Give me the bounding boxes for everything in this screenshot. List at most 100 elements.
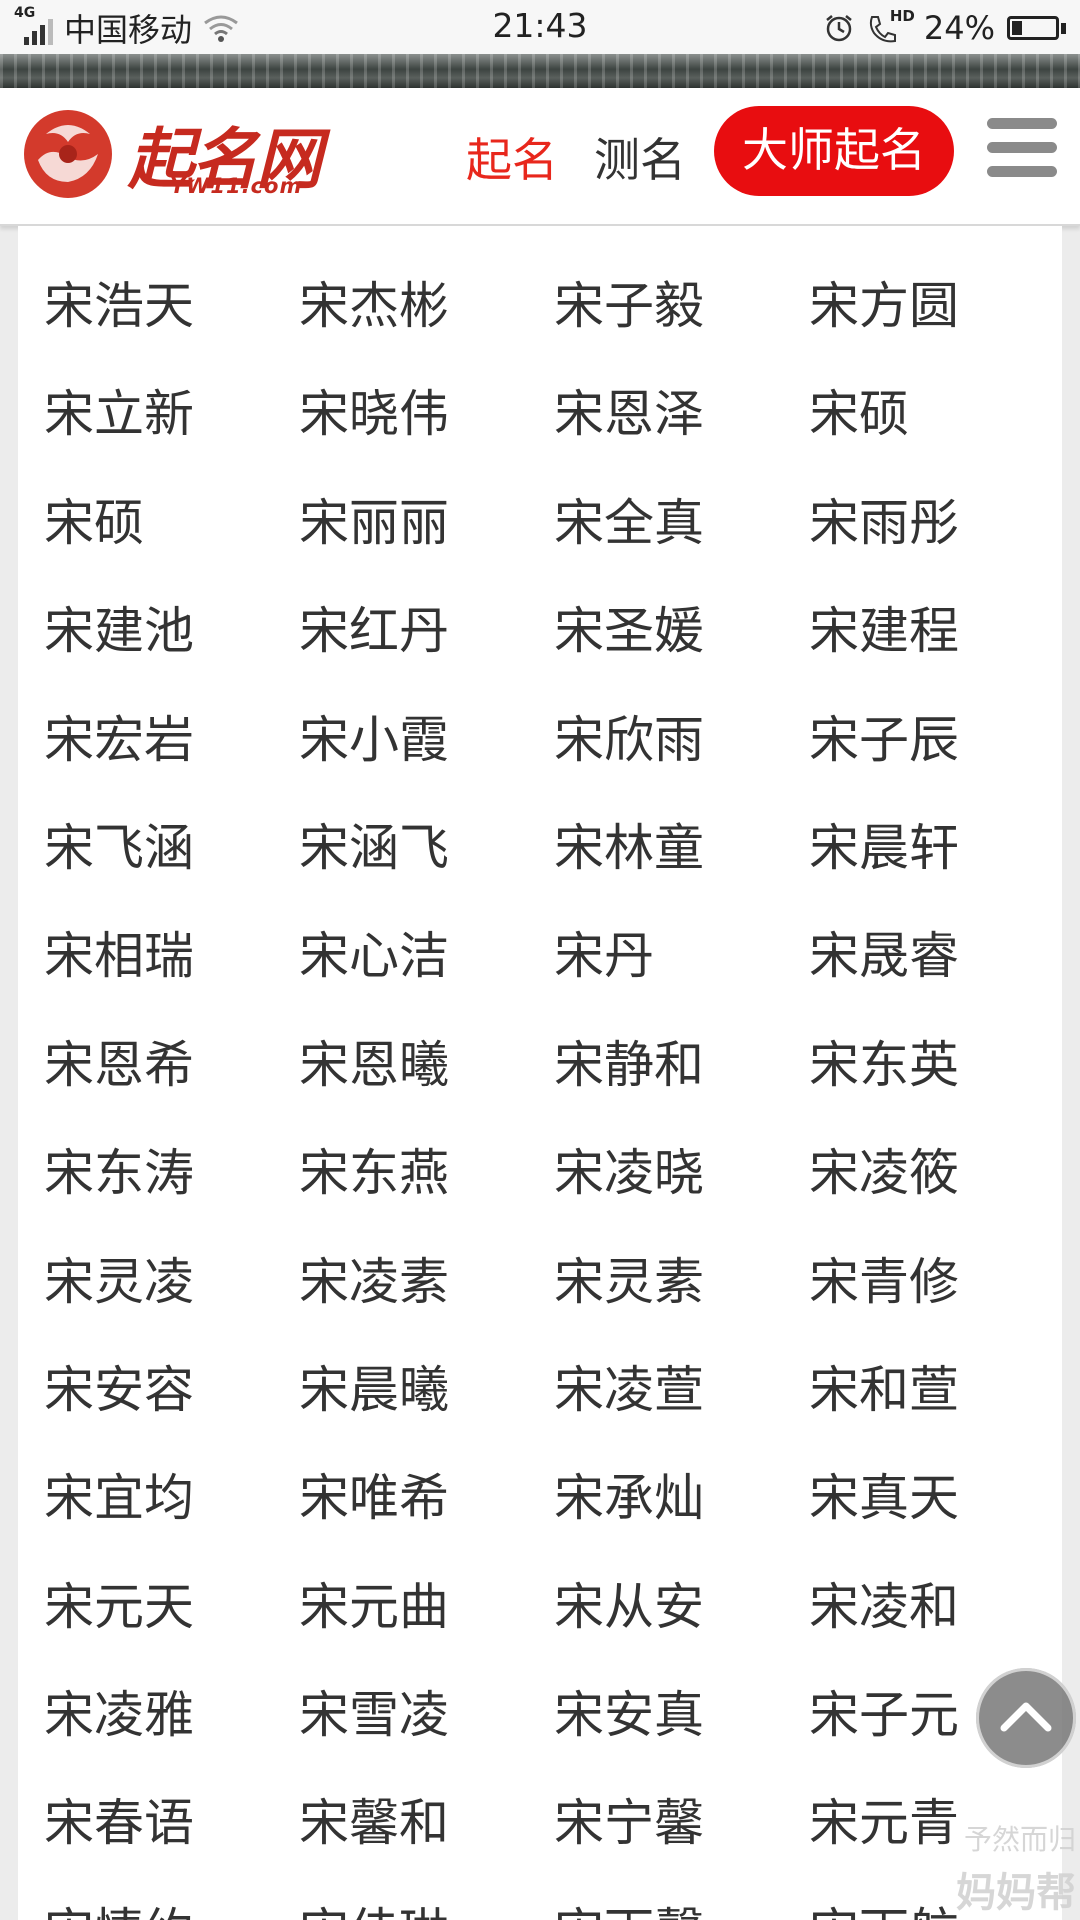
name-item[interactable]: 宋林童 <box>554 818 809 926</box>
name-row: 宋灵凌 宋凌素 宋灵素 宋青修 <box>44 1252 1062 1360</box>
name-item[interactable]: 宋飞涵 <box>44 818 299 926</box>
hd-call-icon: HD <box>866 7 915 45</box>
name-item[interactable]: 宋安真 <box>554 1685 809 1793</box>
status-bar: 4G 中国移动 21:43 HD 24% <box>0 0 1080 54</box>
name-item[interactable]: 宋杰彬 <box>299 276 554 384</box>
name-item[interactable]: 宋小霞 <box>299 710 554 818</box>
name-item[interactable]: 宋凌素 <box>299 1252 554 1360</box>
name-item[interactable]: 宋建池 <box>44 601 299 709</box>
name-item[interactable]: 宋灵凌 <box>44 1252 299 1360</box>
name-row: 宋宏岩 宋小霞 宋欣雨 宋子辰 <box>44 710 1062 818</box>
name-row: 宋飞涵 宋涵飞 宋林童 宋晨轩 <box>44 818 1062 926</box>
nav-naming-link[interactable]: 起名 <box>466 124 558 190</box>
name-item[interactable]: 宋方圆 <box>809 276 1062 384</box>
name-row: 宋立新 宋晓伟 宋恩泽 宋硕 <box>44 384 1062 492</box>
watermark: 予然而归 妈妈帮 <box>940 1818 1076 1918</box>
name-item[interactable]: 宋从安 <box>554 1577 809 1685</box>
name-item[interactable]: 宋东英 <box>809 1035 1062 1143</box>
name-item[interactable]: 宋浩天 <box>44 276 299 384</box>
name-item[interactable]: 宋晟睿 <box>809 926 1062 1034</box>
name-item[interactable]: 宋凌筱 <box>809 1143 1062 1251</box>
site-logo[interactable]: 起名网 YW11.com <box>16 104 322 204</box>
battery-tip <box>1061 22 1066 34</box>
name-item[interactable]: 宋恩泽 <box>554 384 809 492</box>
decorative-tile-band <box>0 54 1080 88</box>
name-item[interactable]: 宋硕 <box>44 493 299 601</box>
name-item[interactable]: 宋子辰 <box>809 710 1062 818</box>
name-item[interactable]: 宋恩曦 <box>299 1035 554 1143</box>
name-item[interactable]: 宋涵飞 <box>299 818 554 926</box>
nav-name-test-link[interactable]: 测名 <box>594 124 686 190</box>
name-row: 宋元天 宋元曲 宋从安 宋凌和 <box>44 1577 1062 1685</box>
name-item[interactable]: 宋红丹 <box>299 601 554 709</box>
name-item[interactable]: 宋元天 <box>44 1577 299 1685</box>
battery-level <box>1012 21 1023 35</box>
name-item[interactable]: 宋雨彤 <box>809 493 1062 601</box>
chevron-up-icon <box>1000 1702 1052 1732</box>
watermark-username: 予然而归 <box>963 1823 1076 1856</box>
name-row: 宋硕 宋丽丽 宋全真 宋雨彤 <box>44 493 1062 601</box>
name-item[interactable]: 宋安容 <box>44 1360 299 1468</box>
name-row: 宋情约宋佳琳宋雨馨宋雨航 <box>44 1902 1062 1920</box>
name-item[interactable]: 宋静和 <box>554 1035 809 1143</box>
name-item[interactable]: 宋晨轩 <box>809 818 1062 926</box>
name-item[interactable]: 宋雪凌 <box>299 1685 554 1793</box>
status-right: HD 24% <box>824 7 1066 48</box>
site-header: 起名网 YW11.com 起名 测名 大师起名 <box>0 88 1080 226</box>
name-item[interactable]: 宋灵素 <box>554 1252 809 1360</box>
name-item[interactable]: 宋硕 <box>809 384 1062 492</box>
name-item[interactable]: 宋真天 <box>809 1468 1062 1576</box>
name-item[interactable]: 宋圣媛 <box>554 601 809 709</box>
name-item[interactable]: 宋凌萱 <box>554 1360 809 1468</box>
battery-icon <box>1007 16 1059 40</box>
name-row: 宋建池 宋红丹 宋圣媛 宋建程 <box>44 601 1062 709</box>
name-item[interactable]: 宋凌雅 <box>44 1685 299 1793</box>
name-row: 宋浩天 宋杰彬 宋子毅 宋方圆 <box>44 276 1062 384</box>
name-item[interactable]: 宋馨和 <box>299 1793 554 1901</box>
menu-icon[interactable] <box>987 118 1057 190</box>
master-naming-button[interactable]: 大师起名 <box>714 106 954 196</box>
name-row: 宋宜均 宋唯希 宋承灿 宋真天 <box>44 1468 1062 1576</box>
name-item[interactable]: 宋丽丽 <box>299 493 554 601</box>
name-row: 宋安容 宋晨曦 宋凌萱 宋和萱 <box>44 1360 1062 1468</box>
name-item[interactable]: 宋欣雨 <box>554 710 809 818</box>
name-item[interactable]: 宋宏岩 <box>44 710 299 818</box>
name-row: 宋恩希 宋恩曦 宋静和 宋东英 <box>44 1035 1062 1143</box>
name-row: 宋春语 宋馨和 宋宁馨 宋元青 <box>44 1793 1062 1901</box>
name-item[interactable]: 宋晨曦 <box>299 1360 554 1468</box>
name-item[interactable]: 宋宁馨 <box>554 1793 809 1901</box>
watermark-brand: 妈妈帮 <box>956 1870 1076 1916</box>
name-item[interactable]: 宋全真 <box>554 493 809 601</box>
name-item[interactable]: 宋丹 <box>554 926 809 1034</box>
name-item[interactable]: 宋承灿 <box>554 1468 809 1576</box>
name-item[interactable]: 宋恩希 <box>44 1035 299 1143</box>
alarm-icon <box>826 15 852 42</box>
name-item[interactable]: 宋建程 <box>809 601 1062 709</box>
hd-label: HD <box>889 7 915 25</box>
name-item[interactable]: 宋青修 <box>809 1252 1062 1360</box>
name-item[interactable]: 宋唯希 <box>299 1468 554 1576</box>
name-item[interactable]: 宋佳琳 <box>299 1902 554 1920</box>
name-item[interactable]: 宋凌晓 <box>554 1143 809 1251</box>
name-item[interactable]: 宋情约 <box>44 1902 299 1920</box>
name-item[interactable]: 宋东燕 <box>299 1143 554 1251</box>
battery-percent: 24% <box>923 9 995 47</box>
name-item[interactable]: 宋子毅 <box>554 276 809 384</box>
logo-url: YW11.com <box>170 174 303 198</box>
name-item[interactable]: 宋元曲 <box>299 1577 554 1685</box>
back-to-top-button[interactable] <box>976 1668 1076 1768</box>
name-row: 宋相瑞 宋心洁 宋丹 宋晟睿 <box>44 926 1062 1034</box>
name-item[interactable]: 宋东涛 <box>44 1143 299 1251</box>
name-row: 宋东涛 宋东燕 宋凌晓 宋凌筱 <box>44 1143 1062 1251</box>
name-item[interactable]: 宋宜均 <box>44 1468 299 1576</box>
name-item[interactable]: 宋晓伟 <box>299 384 554 492</box>
name-item[interactable]: 宋相瑞 <box>44 926 299 1034</box>
name-item[interactable]: 宋和萱 <box>809 1360 1062 1468</box>
name-item[interactable]: 宋立新 <box>44 384 299 492</box>
name-item[interactable]: 宋雨馨 <box>554 1902 809 1920</box>
name-item[interactable]: 宋心洁 <box>299 926 554 1034</box>
logo-emblem-icon <box>24 110 112 198</box>
name-item[interactable]: 宋春语 <box>44 1793 299 1901</box>
name-list-panel: 宋浩天 宋杰彬 宋子毅 宋方圆 宋立新 宋晓伟 宋恩泽 宋硕 宋硕 宋丽丽 宋全真 宋雨彤 宋建池 宋红丹… <box>18 226 1062 1920</box>
name-row: 宋凌雅 宋雪凌 宋安真 宋子元 <box>44 1685 1062 1793</box>
